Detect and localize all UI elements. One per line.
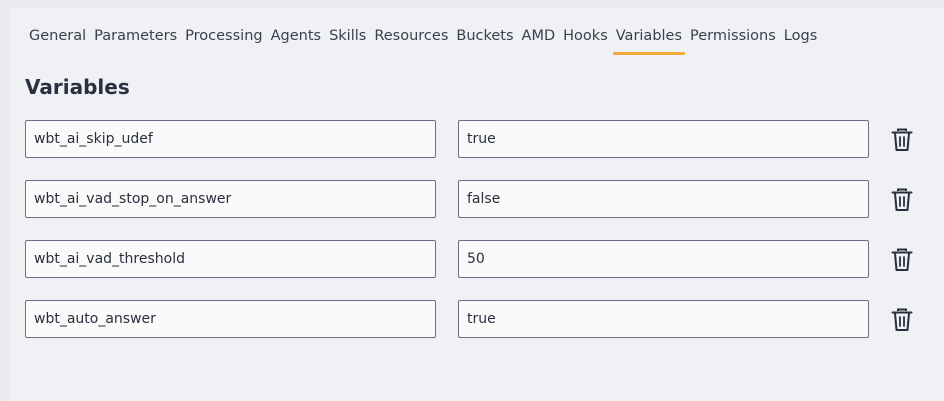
trash-icon[interactable] [891,248,913,272]
tab-resources[interactable]: Resources [371,26,451,56]
tab-buckets[interactable]: Buckets [453,26,516,56]
variable-name-field[interactable]: wbt_auto_answer [25,300,436,338]
variables-list: wbt_ai_skip_udef true wbt_ai_vad_stop_on… [25,120,925,360]
variable-value-field[interactable]: true [458,300,869,338]
tab-bar: General Parameters Processing Agents Ski… [26,26,822,66]
trash-icon[interactable] [891,188,913,212]
variable-name-field[interactable]: wbt_ai_vad_stop_on_answer [25,180,436,218]
variable-row: wbt_ai_skip_udef true [25,120,925,160]
variable-value-field[interactable]: false [458,180,869,218]
variable-row: wbt_ai_vad_threshold 50 [25,240,925,280]
tab-hooks[interactable]: Hooks [560,26,611,56]
settings-panel: General Parameters Processing Agents Ski… [9,8,944,401]
tab-variables[interactable]: Variables [612,26,686,56]
variable-value-field[interactable]: 50 [458,240,869,278]
tab-amd[interactable]: AMD [519,26,559,56]
variable-name-field[interactable]: wbt_ai_skip_udef [25,120,436,158]
section-title: Variables [25,75,130,99]
tab-skills[interactable]: Skills [326,26,369,56]
tab-general[interactable]: General [26,26,89,56]
tab-agents[interactable]: Agents [268,26,324,56]
tab-permissions[interactable]: Permissions [687,26,779,56]
tab-processing[interactable]: Processing [182,26,265,56]
variable-name-field[interactable]: wbt_ai_vad_threshold [25,240,436,278]
trash-icon[interactable] [891,128,913,152]
variable-value-field[interactable]: true [458,120,869,158]
trash-icon[interactable] [891,308,913,332]
tab-logs[interactable]: Logs [781,26,820,56]
variable-row: wbt_ai_vad_stop_on_answer false [25,180,925,220]
variable-row: wbt_auto_answer true [25,300,925,340]
tab-parameters[interactable]: Parameters [91,26,180,56]
